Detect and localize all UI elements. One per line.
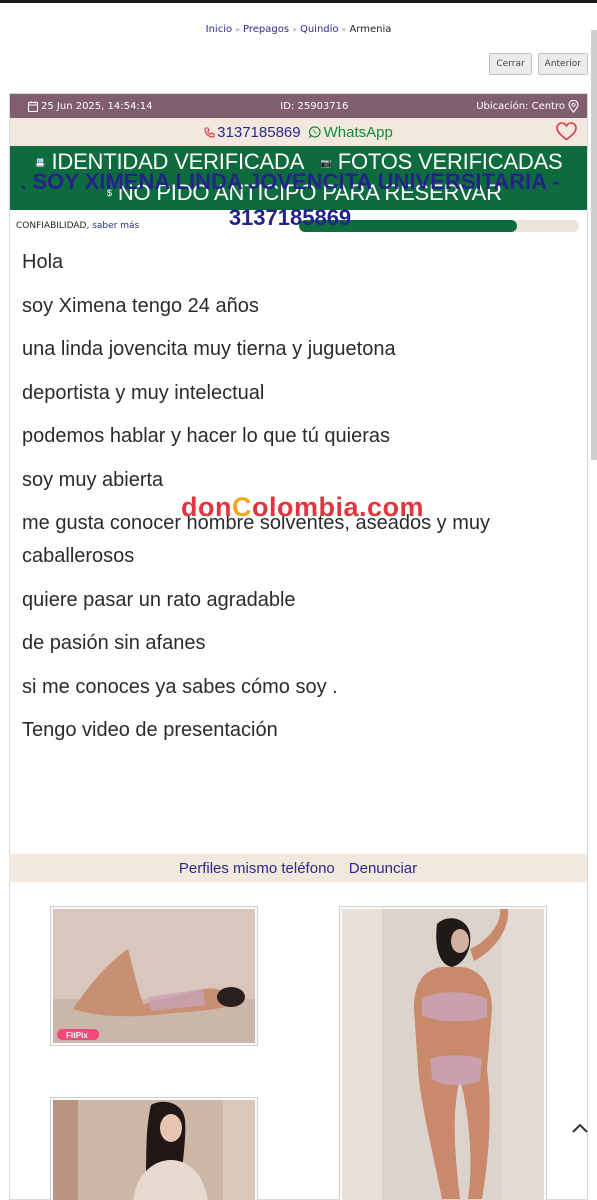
ad-date: 25 Jun 2025, 14:54:14 bbox=[28, 100, 153, 112]
breadcrumb-separator: » bbox=[292, 25, 297, 34]
description-line: de pasión sin afanes bbox=[22, 632, 206, 654]
photo-image: FitPix bbox=[53, 909, 255, 1043]
scrollbar-thumb[interactable] bbox=[591, 30, 597, 460]
watermark-part: C bbox=[231, 492, 252, 522]
breadcrumb-separator: » bbox=[235, 25, 240, 34]
close-button[interactable]: Cerrar bbox=[489, 53, 532, 75]
breadcrumb-separator: » bbox=[341, 25, 347, 34]
gallery-photo[interactable] bbox=[50, 1097, 258, 1200]
description-line: Hola bbox=[22, 251, 64, 273]
contact-bar: 3137185869 WhatsApp bbox=[10, 118, 587, 146]
fitpix-badge: FitPix bbox=[66, 1031, 88, 1040]
description-line: si me conoces ya sabes cómo soy . bbox=[22, 675, 338, 698]
heart-icon[interactable] bbox=[556, 122, 577, 141]
report-link[interactable]: Denunciar bbox=[349, 860, 417, 877]
whatsapp-icon bbox=[308, 126, 321, 138]
gallery-photo[interactable]: FitPix bbox=[50, 906, 258, 1046]
phone-link[interactable]: 3137185869 bbox=[204, 123, 301, 141]
breadcrumb-quindio[interactable]: Quindío bbox=[300, 24, 339, 35]
whatsapp-label: WhatsApp bbox=[323, 123, 393, 141]
ad-id: ID: 25903716 bbox=[280, 100, 349, 112]
nav-buttons: Cerrar Anterior bbox=[489, 53, 588, 75]
description-line: quiere pasar un rato agradable bbox=[22, 588, 296, 611]
description-line: deportista y muy intelectual bbox=[22, 381, 265, 404]
site-watermark: donColombia.com bbox=[181, 492, 424, 523]
watermark-part: don bbox=[181, 492, 232, 522]
gallery-photo[interactable] bbox=[339, 906, 547, 1200]
description-line: una linda jovencita muy tierna y jugueto… bbox=[22, 338, 396, 360]
phone-number: 3137185869 bbox=[217, 123, 301, 141]
ad-title: . SOY XIMENA LINDA JOVENCITA UNIVERSITAR… bbox=[20, 169, 560, 230]
breadcrumb-prepagos[interactable]: Prepagos bbox=[243, 24, 289, 35]
previous-button[interactable]: Anterior bbox=[537, 53, 588, 75]
same-phone-profiles-link[interactable]: Perfiles mismo teléfono bbox=[179, 860, 335, 877]
description-line: Tengo video de presentación bbox=[22, 719, 278, 741]
photo-image bbox=[342, 909, 544, 1200]
calendar-icon bbox=[28, 100, 38, 112]
scroll-to-top-icon[interactable] bbox=[571, 1122, 589, 1134]
phone-icon bbox=[204, 126, 215, 138]
breadcrumb-inicio[interactable]: Inicio bbox=[206, 24, 232, 35]
description-line: podemos hablar y hacer lo que tú quieras bbox=[22, 425, 391, 447]
location-pin-icon bbox=[568, 99, 579, 113]
whatsapp-link[interactable]: WhatsApp bbox=[308, 123, 393, 141]
watermark-part: olombia.com bbox=[251, 492, 425, 522]
breadcrumb-current: Armenia bbox=[349, 24, 392, 35]
photo-image bbox=[53, 1100, 255, 1200]
meta-bar: 25 Jun 2025, 14:54:14 ID: 25903716 Ubica… bbox=[10, 94, 587, 118]
description-line: soy Ximena tengo 24 años bbox=[22, 294, 259, 317]
top-edge bbox=[0, 0, 597, 3]
ad-date-text: 25 Jun 2025, 14:54:14 bbox=[41, 100, 153, 112]
breadcrumb: Inicio» Prepagos» Quindío» Armenia bbox=[0, 24, 597, 35]
ad-location-text: Ubicación: Centro bbox=[476, 100, 565, 112]
profile-links-bar: Perfiles mismo teléfono Denunciar bbox=[9, 854, 587, 882]
ad-location: Ubicación: Centro bbox=[476, 99, 579, 113]
